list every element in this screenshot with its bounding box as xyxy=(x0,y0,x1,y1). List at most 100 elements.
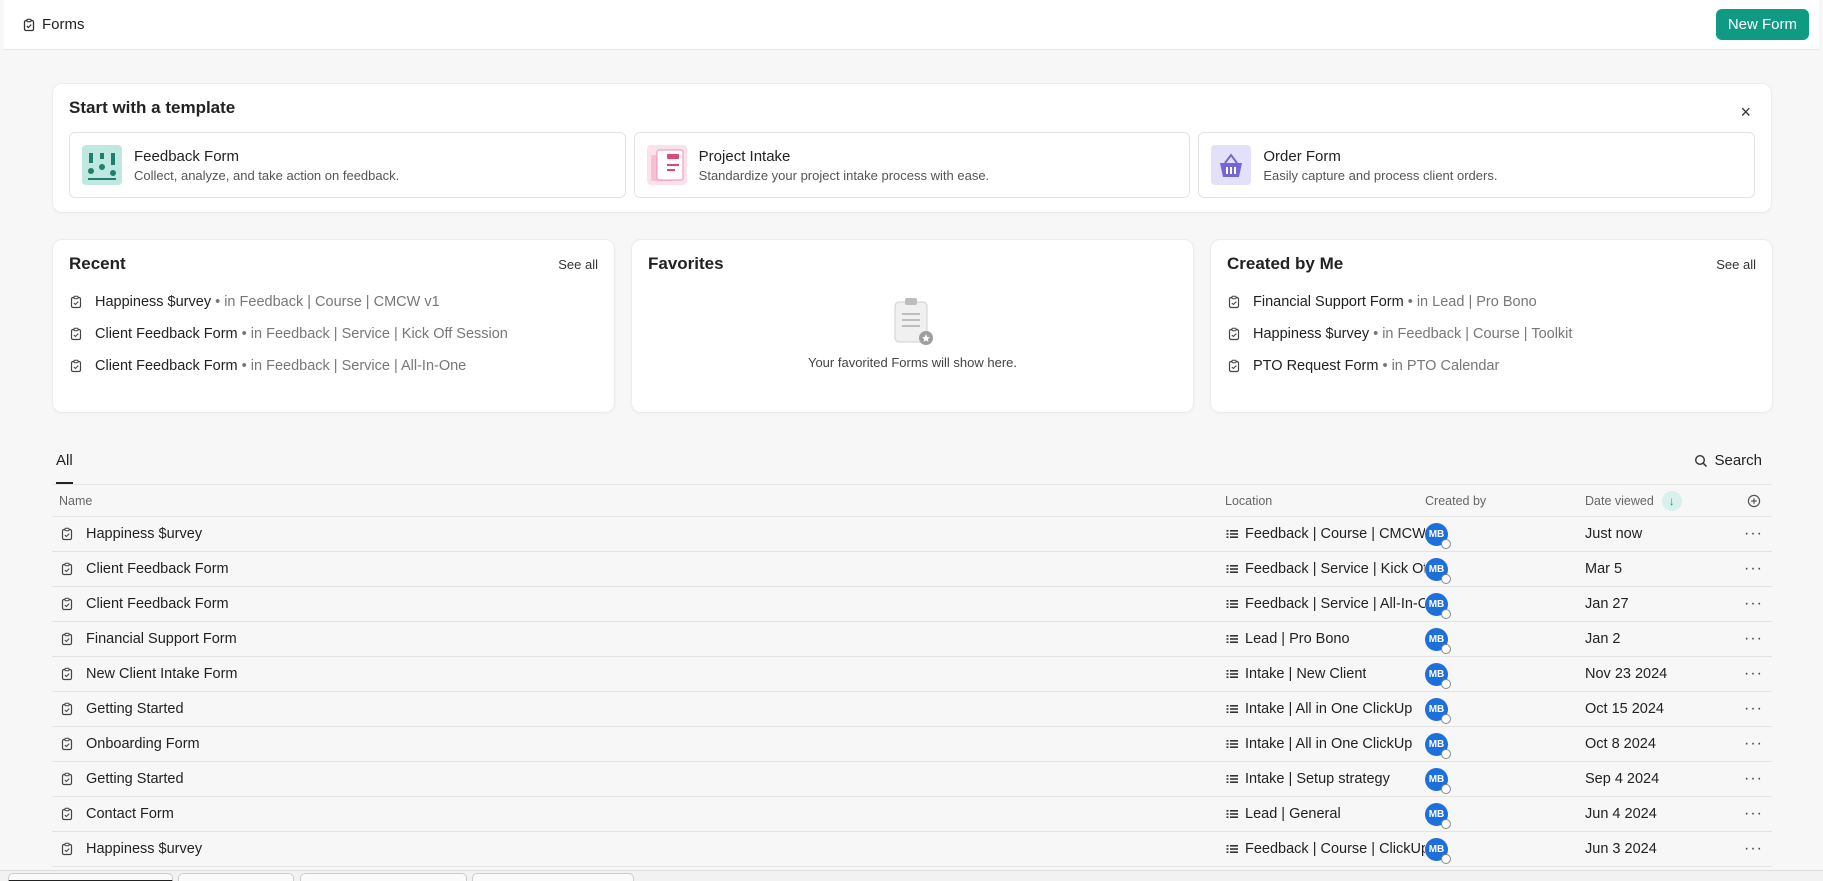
table-row[interactable]: Contact Form Lead | General MB Jun 4 2024 ··… xyxy=(52,797,1772,832)
avatar[interactable]: MB xyxy=(1425,592,1451,619)
ellipsis-icon[interactable]: ··· xyxy=(1744,560,1763,578)
cell-location[interactable]: Feedback | Service | Kick Off Session xyxy=(1225,561,1425,577)
row-date-viewed: Jun 3 2024 xyxy=(1585,841,1657,857)
cell-location[interactable]: Lead | General xyxy=(1225,806,1425,822)
template-order-form[interactable]: Order Form Easily capture and process cl… xyxy=(1198,132,1756,198)
created-item[interactable]: Happiness $urvey • in Feedback | Course … xyxy=(1227,318,1756,350)
cell-location[interactable]: Intake | New Client xyxy=(1225,666,1425,682)
cell-location[interactable]: Lead | Pro Bono xyxy=(1225,631,1425,647)
cell-created-by: MB xyxy=(1425,522,1585,549)
template-section: Start with a template × Feedback Form Co… xyxy=(52,83,1772,213)
bottom-tab[interactable] xyxy=(8,873,173,881)
recent-see-all-link[interactable]: See all xyxy=(558,257,598,272)
plus-circle-icon xyxy=(1747,494,1761,508)
template-name: Project Intake xyxy=(698,147,791,165)
cell-location[interactable]: Feedback | Course | CMCW v1 xyxy=(1225,526,1425,542)
form-icon xyxy=(60,842,74,856)
column-date-viewed[interactable]: Date viewed ↓ xyxy=(1585,491,1735,511)
table-row[interactable]: Happiness $urvey Feedback | Course | CMCW… xyxy=(52,517,1772,552)
table-row[interactable]: Financial Support Form Lead | Pro Bono MB J… xyxy=(52,622,1772,657)
row-actions[interactable]: ··· xyxy=(1735,700,1772,718)
page-title-text: Forms xyxy=(42,16,85,33)
template-feedback-form[interactable]: Feedback Form Collect, analyze, and take… xyxy=(69,132,626,198)
list-icon xyxy=(1225,562,1239,576)
row-date-viewed: Mar 5 xyxy=(1585,561,1623,577)
ellipsis-icon[interactable]: ··· xyxy=(1744,665,1763,683)
cell-location[interactable]: Intake | All in One ClickUp xyxy=(1225,701,1425,717)
ellipsis-icon[interactable]: ··· xyxy=(1744,700,1763,718)
sort-descending-icon[interactable]: ↓ xyxy=(1661,491,1682,511)
cell-location[interactable]: Intake | All in One ClickUp xyxy=(1225,736,1425,752)
table-row[interactable]: Getting Started Intake | Setup strategy MB… xyxy=(52,762,1772,797)
feedback-template-thumbnail xyxy=(82,145,122,185)
ellipsis-icon[interactable]: ··· xyxy=(1744,770,1763,788)
row-actions[interactable]: ··· xyxy=(1735,840,1772,858)
table-row[interactable]: Client Feedback Form Feedback | Service |… xyxy=(52,587,1772,622)
column-location[interactable]: Location xyxy=(1225,494,1425,508)
ellipsis-icon[interactable]: ··· xyxy=(1744,735,1763,753)
row-actions[interactable]: ··· xyxy=(1735,595,1772,613)
avatar[interactable]: MB xyxy=(1425,522,1451,549)
column-name[interactable]: Name xyxy=(52,494,1225,508)
created-by-me-panel: Created by Me See all Financial Support … xyxy=(1210,239,1773,413)
row-actions[interactable]: ··· xyxy=(1735,630,1772,648)
created-see-all-link[interactable]: See all xyxy=(1716,257,1756,272)
created-item[interactable]: Financial Support Form • in Lead | Pro B… xyxy=(1227,286,1756,318)
search-button[interactable]: Search xyxy=(1694,452,1762,469)
row-actions[interactable]: ··· xyxy=(1735,525,1772,543)
avatar[interactable]: MB xyxy=(1425,662,1451,689)
row-actions[interactable]: ··· xyxy=(1735,770,1772,788)
ellipsis-icon[interactable]: ··· xyxy=(1744,525,1763,543)
avatar[interactable]: MB xyxy=(1425,837,1451,864)
recent-item[interactable]: Happiness $urvey • in Feedback | Course … xyxy=(69,286,598,318)
avatar[interactable]: MB xyxy=(1425,557,1451,584)
list-icon xyxy=(1225,632,1239,646)
avatar[interactable]: MB xyxy=(1425,697,1451,724)
bottom-tab[interactable] xyxy=(178,873,294,881)
ellipsis-icon[interactable]: ··· xyxy=(1744,630,1763,648)
row-actions[interactable]: ··· xyxy=(1735,665,1772,683)
table-row[interactable]: Getting Started Intake | All in One Click… xyxy=(52,692,1772,727)
list-icon xyxy=(1225,772,1239,786)
recent-item[interactable]: Client Feedback Form • in Feedback | Ser… xyxy=(69,350,598,382)
table-row[interactable]: Onboarding Form Intake | All in One Click… xyxy=(52,727,1772,762)
recent-panel: Recent See all Happiness $urvey • in Fee… xyxy=(52,239,615,413)
cell-location[interactable]: Intake | Setup strategy xyxy=(1225,771,1425,787)
recent-title: Recent xyxy=(69,254,126,273)
cell-created-by: MB xyxy=(1425,697,1585,724)
table-header: Name Location Created by Date viewed ↓ xyxy=(52,486,1772,517)
tab-all[interactable]: All xyxy=(56,452,73,484)
new-form-button[interactable]: New Form xyxy=(1715,9,1809,40)
ellipsis-icon[interactable]: ··· xyxy=(1744,840,1763,858)
clipboard-star-icon xyxy=(892,296,934,349)
list-icon xyxy=(1225,597,1239,611)
add-column-button[interactable] xyxy=(1735,494,1772,508)
cell-created-by: MB xyxy=(1425,557,1585,584)
table-row[interactable]: Client Feedback Form Feedback | Service |… xyxy=(52,552,1772,587)
cell-location[interactable]: Feedback | Service | All-In-One xyxy=(1225,596,1425,612)
avatar[interactable]: MB xyxy=(1425,767,1451,794)
column-created-by[interactable]: Created by xyxy=(1425,494,1585,508)
row-location: Intake | All in One ClickUp xyxy=(1245,701,1413,717)
template-project-intake[interactable]: Project Intake Standardize your project … xyxy=(633,132,1191,198)
ellipsis-icon[interactable]: ··· xyxy=(1744,805,1763,823)
search-icon xyxy=(1694,454,1708,468)
row-actions[interactable]: ··· xyxy=(1735,805,1772,823)
bottom-tab[interactable] xyxy=(472,873,634,881)
avatar[interactable]: MB xyxy=(1425,802,1451,829)
recent-item[interactable]: Client Feedback Form • in Feedback | Ser… xyxy=(69,318,598,350)
form-icon xyxy=(60,527,74,541)
close-icon[interactable]: × xyxy=(1740,102,1751,123)
row-actions[interactable]: ··· xyxy=(1735,560,1772,578)
table-row[interactable]: New Client Intake Form Intake | New Clien… xyxy=(52,657,1772,692)
table-row[interactable]: Happiness $urvey Feedback | Course | Clic… xyxy=(52,832,1772,867)
cell-location[interactable]: Feedback | Course | ClickUp xyxy=(1225,841,1425,857)
avatar[interactable]: MB xyxy=(1425,732,1451,759)
created-item[interactable]: PTO Request Form • in PTO Calendar xyxy=(1227,350,1756,382)
search-label: Search xyxy=(1714,452,1762,469)
row-actions[interactable]: ··· xyxy=(1735,735,1772,753)
avatar[interactable]: MB xyxy=(1425,627,1451,654)
row-date-viewed: Nov 23 2024 xyxy=(1585,666,1668,682)
bottom-tab[interactable] xyxy=(300,873,467,881)
ellipsis-icon[interactable]: ··· xyxy=(1744,595,1763,613)
